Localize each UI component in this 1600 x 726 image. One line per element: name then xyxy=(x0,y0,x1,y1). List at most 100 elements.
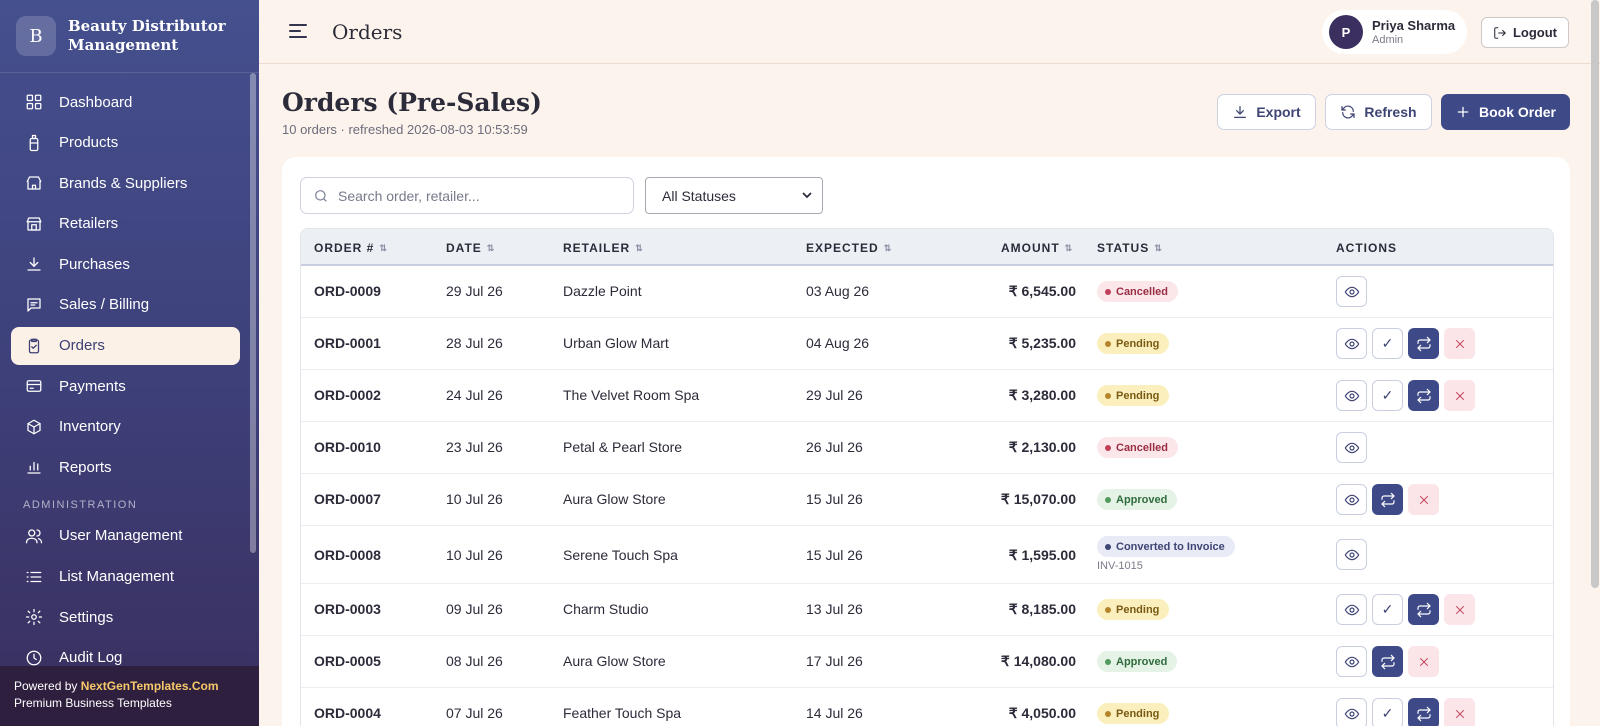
th-actions-label: ACTIONS xyxy=(1336,241,1397,255)
export-button[interactable]: Export xyxy=(1217,94,1316,130)
sidebar-item-sales-billing[interactable]: Sales / Billing xyxy=(11,286,240,324)
sidebar-item-label: Payments xyxy=(59,377,126,395)
cancel-button[interactable] xyxy=(1408,484,1439,515)
view-button[interactable] xyxy=(1336,646,1367,677)
order-amount: ₹ 14,080.00 xyxy=(1000,653,1076,669)
order-number[interactable]: ORD-0010 xyxy=(314,439,381,455)
approve-button[interactable]: ✓ xyxy=(1372,698,1403,726)
convert-button[interactable] xyxy=(1372,646,1403,677)
user-role: Admin xyxy=(1372,34,1404,46)
convert-button[interactable] xyxy=(1372,484,1403,515)
order-amount: ₹ 1,595.00 xyxy=(1008,547,1076,563)
sidebar-item-user-management[interactable]: User Management xyxy=(11,517,240,555)
status-badge: Cancelled xyxy=(1097,437,1178,458)
sort-icon: ⇅ xyxy=(1064,242,1073,253)
refresh-button[interactable]: Refresh xyxy=(1325,94,1432,130)
table-body: ORD-0009 29 Jul 26 Dazzle Point 03 Aug 26 ₹ … xyxy=(301,266,1553,726)
status-dot xyxy=(1105,543,1111,550)
table-row: ORD-0010 23 Jul 26 Petal & Pearl Store 26 J… xyxy=(301,422,1553,474)
eye-icon xyxy=(1344,549,1359,560)
th-status[interactable]: STATUS ⇅ xyxy=(1097,241,1162,255)
approve-button[interactable]: ✓ xyxy=(1372,594,1403,625)
view-button[interactable] xyxy=(1336,328,1367,359)
powered-prefix: Powered by xyxy=(14,679,78,693)
plus-icon xyxy=(1457,106,1469,118)
view-button[interactable] xyxy=(1336,539,1367,570)
powered-brand-link[interactable]: NextGenTemplates.Com xyxy=(81,679,219,693)
order-number[interactable]: ORD-0009 xyxy=(314,283,381,299)
cancel-button[interactable] xyxy=(1444,698,1475,726)
eye-icon xyxy=(1344,442,1359,453)
nav-section-administration: ADMINISTRATION xyxy=(23,498,138,511)
view-button[interactable] xyxy=(1336,276,1367,307)
order-number[interactable]: ORD-0008 xyxy=(314,547,381,563)
th-expected[interactable]: EXPECTED ⇅ xyxy=(806,241,891,255)
sidebar-item-settings[interactable]: Settings xyxy=(11,598,240,636)
brand-name-line1: Beauty Distributor xyxy=(68,17,226,35)
sidebar-item-reports[interactable]: Reports xyxy=(11,448,240,486)
row-actions xyxy=(1336,276,1367,307)
sidebar-item-orders[interactable]: Orders xyxy=(11,326,240,365)
user-chip[interactable]: P Priya Sharma Admin xyxy=(1322,10,1467,54)
order-number[interactable]: ORD-0003 xyxy=(314,601,381,617)
th-order[interactable]: ORDER # ⇅ xyxy=(314,241,387,255)
check-icon: ✓ xyxy=(1381,335,1394,351)
convert-button[interactable] xyxy=(1408,380,1439,411)
retailer-name: Petal & Pearl Store xyxy=(563,439,683,455)
convert-button[interactable] xyxy=(1408,328,1439,359)
order-number[interactable]: ORD-0007 xyxy=(314,491,381,507)
th-date[interactable]: DATE ⇅ xyxy=(446,241,494,255)
view-button[interactable] xyxy=(1336,380,1367,411)
status-badge: Pending xyxy=(1097,333,1170,354)
order-number[interactable]: ORD-0001 xyxy=(314,335,381,351)
cancel-button[interactable] xyxy=(1444,594,1475,625)
expected-date: 15 Jul 26 xyxy=(806,491,863,507)
convert-icon xyxy=(1416,388,1431,403)
sidebar-item-brands-suppliers[interactable]: Brands & Suppliers xyxy=(11,164,240,202)
page-scrollbar[interactable] xyxy=(1591,0,1599,588)
sidebar-scrollbar[interactable] xyxy=(250,73,256,553)
shop-icon xyxy=(24,214,44,234)
sidebar-item-products[interactable]: Products xyxy=(11,124,240,162)
th-expected-label: EXPECTED xyxy=(806,241,879,255)
convert-icon xyxy=(1416,336,1431,351)
orders-card: All Statuses ORDER # ⇅ DATE ⇅ RETAILER ⇅ EX… xyxy=(282,157,1570,726)
order-number[interactable]: ORD-0002 xyxy=(314,387,381,403)
th-amount-label: AMOUNT xyxy=(1001,241,1060,255)
search-box[interactable] xyxy=(300,177,634,214)
view-button[interactable] xyxy=(1336,484,1367,515)
sidebar-item-dashboard[interactable]: Dashboard xyxy=(11,83,240,121)
cancel-button[interactable] xyxy=(1444,380,1475,411)
search-input[interactable] xyxy=(338,187,628,204)
convert-icon xyxy=(1380,654,1395,669)
order-date: 28 Jul 26 xyxy=(446,335,503,351)
sort-icon: ⇅ xyxy=(486,242,495,253)
menu-toggle-icon[interactable] xyxy=(289,24,307,38)
th-amount[interactable]: AMOUNT ⇅ xyxy=(1001,241,1072,255)
sidebar-item-payments[interactable]: Payments xyxy=(11,367,240,405)
logout-button[interactable]: Logout xyxy=(1481,17,1569,48)
view-button[interactable] xyxy=(1336,698,1367,726)
order-number[interactable]: ORD-0004 xyxy=(314,705,381,721)
sidebar-item-inventory[interactable]: Inventory xyxy=(11,408,240,446)
row-actions xyxy=(1336,646,1439,677)
view-button[interactable] xyxy=(1336,432,1367,463)
view-button[interactable] xyxy=(1336,594,1367,625)
order-date: 29 Jul 26 xyxy=(446,283,503,299)
cancel-button[interactable] xyxy=(1444,328,1475,359)
book-order-button[interactable]: Book Order xyxy=(1441,94,1570,130)
order-number[interactable]: ORD-0005 xyxy=(314,653,381,669)
sidebar-item-purchases[interactable]: Purchases xyxy=(11,245,240,283)
retailer-name: The Velvet Room Spa xyxy=(563,387,700,403)
sidebar-item-list-management[interactable]: List Management xyxy=(11,558,240,596)
status-filter-select[interactable]: All Statuses xyxy=(645,177,823,214)
approve-button[interactable]: ✓ xyxy=(1372,328,1403,359)
convert-button[interactable] xyxy=(1408,594,1439,625)
approve-button[interactable]: ✓ xyxy=(1372,380,1403,411)
status-label: Pending xyxy=(1116,707,1160,720)
convert-button[interactable] xyxy=(1408,698,1439,726)
cancel-button[interactable] xyxy=(1408,646,1439,677)
status-label: Pending xyxy=(1116,389,1160,402)
sidebar-item-retailers[interactable]: Retailers xyxy=(11,205,240,243)
th-retailer[interactable]: RETAILER ⇅ xyxy=(563,241,643,255)
